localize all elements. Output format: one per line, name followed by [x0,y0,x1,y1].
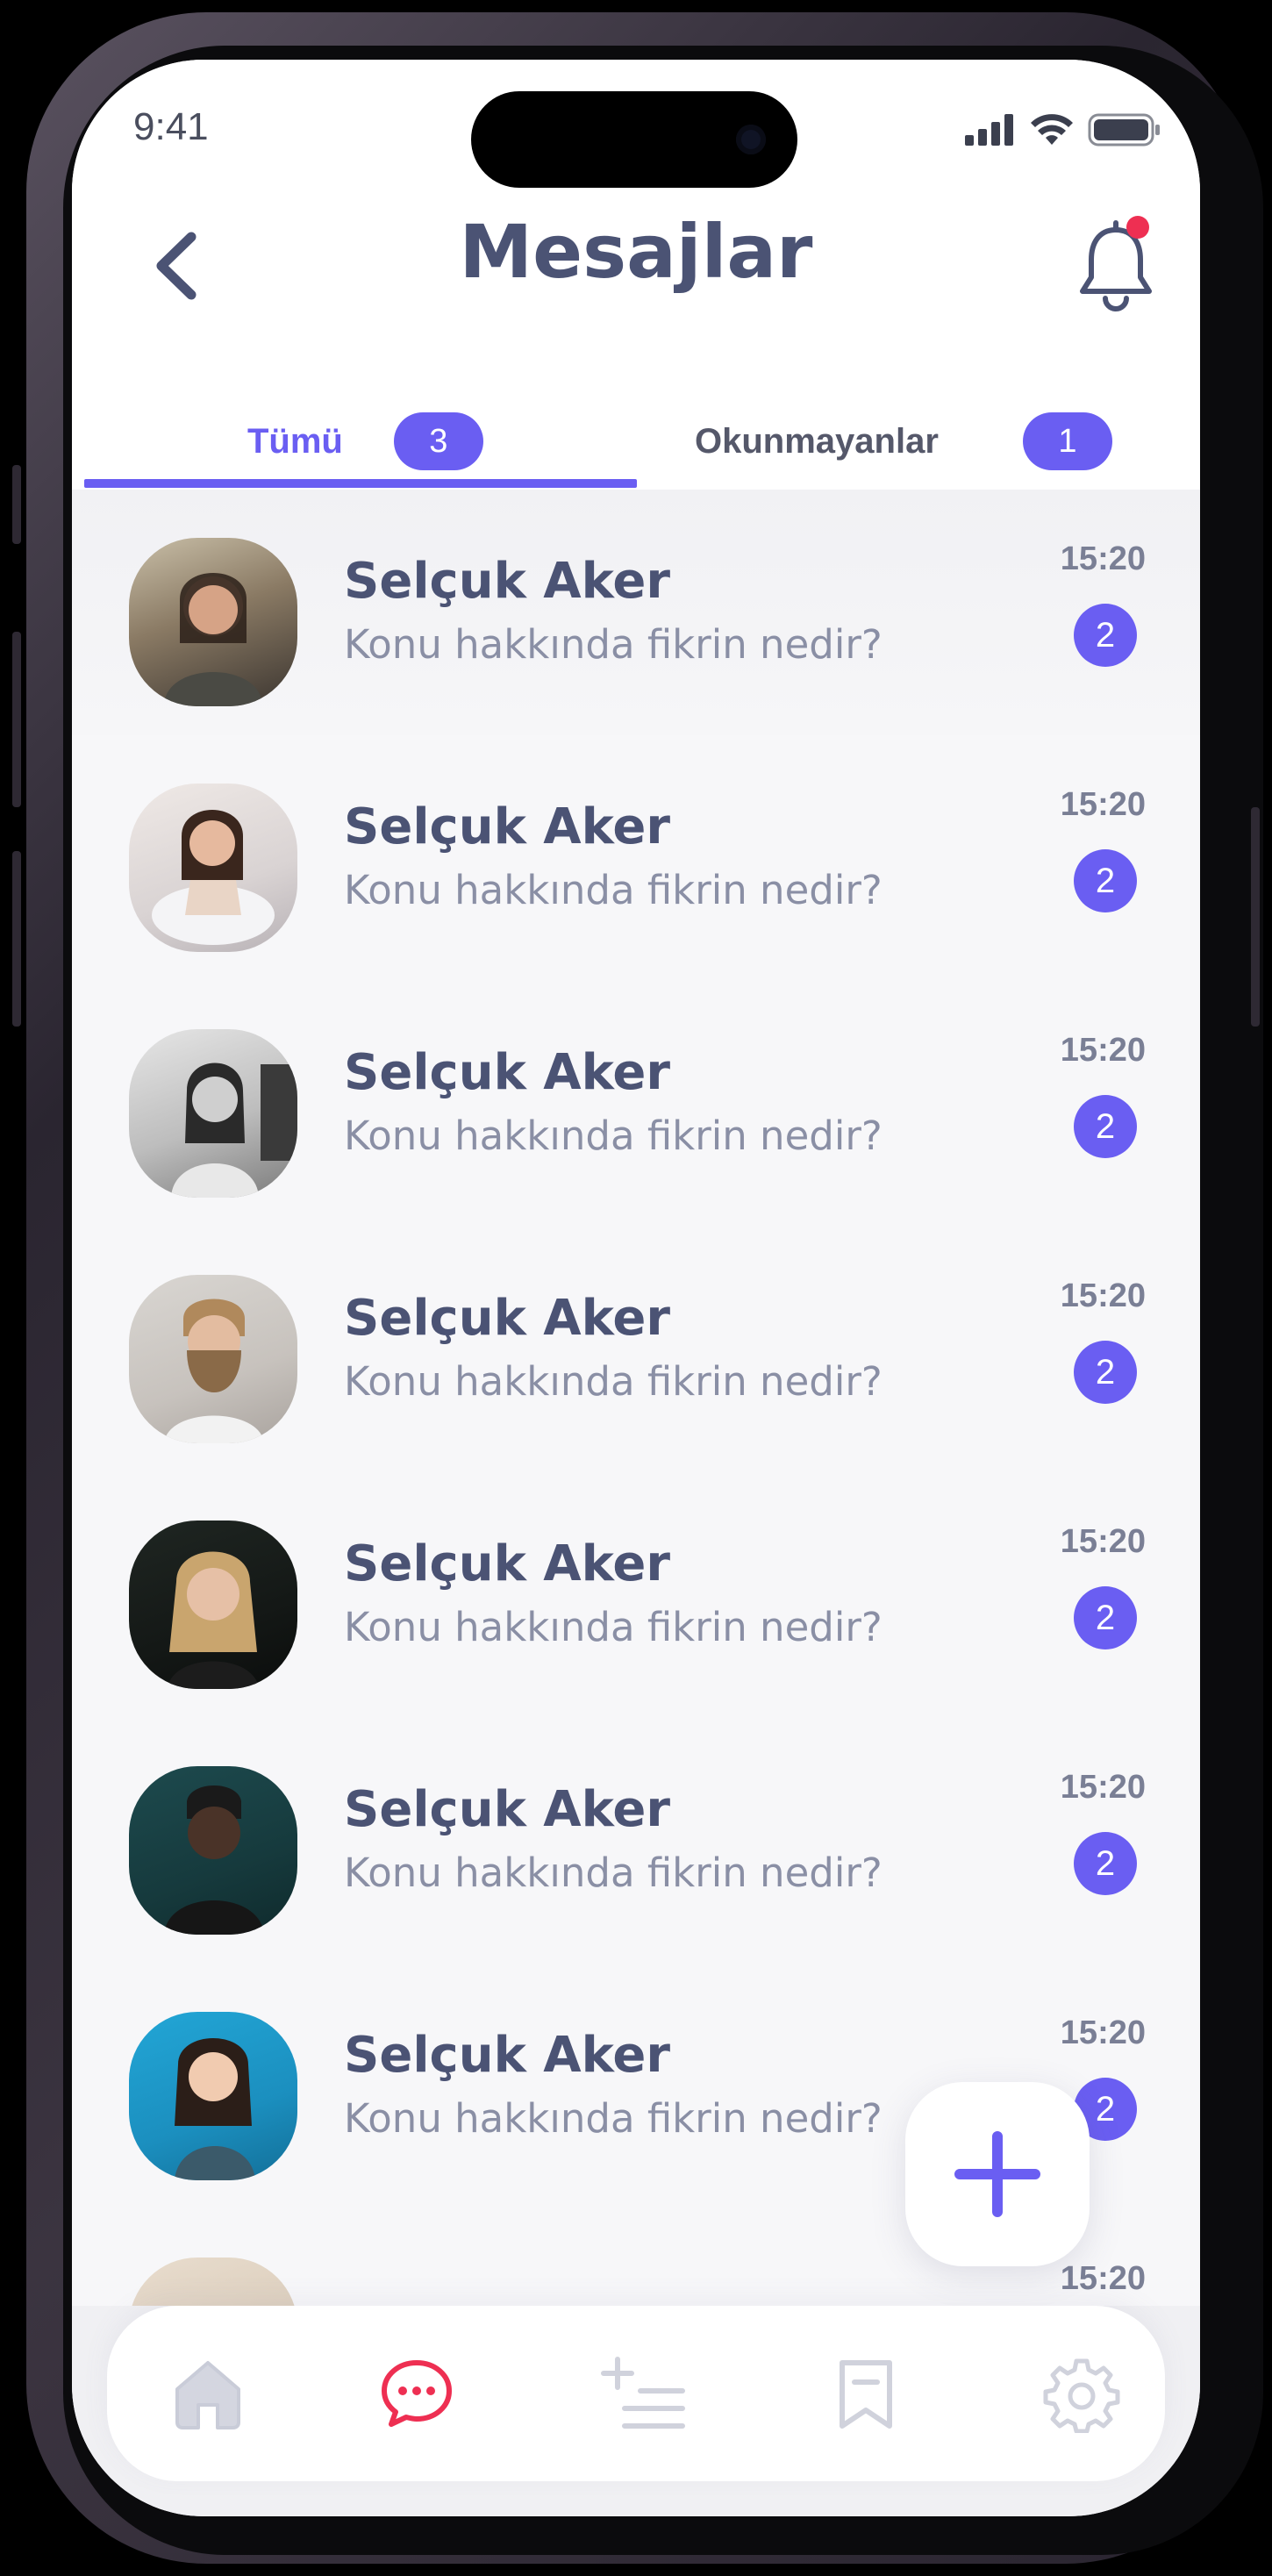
unread-badge: 2 [1074,1341,1137,1404]
avatar [129,1029,297,1198]
message-time: 15:20 [1060,1523,1146,1560]
conversation-row[interactable]: Selçuk Aker Konu hakkında fikrin nedir? … [72,981,1200,1227]
tab-label: Okunmayanlar [695,421,939,461]
nav-home[interactable] [168,2354,247,2433]
nav-add-list[interactable] [598,2354,695,2433]
wifi-icon [1031,114,1073,145]
avatar-photo [164,1299,264,1443]
contact-name: Selçuk Aker [344,2027,670,2084]
message-preview: Konu hakkında fikrin nedir? [344,621,883,668]
message-preview: Konu hakkında fikrin nedir? [344,1113,883,1159]
avatar-photo [152,810,275,945]
add-list-icon [601,2357,685,2429]
message-preview: Konu hakkında fikrin nedir? [344,2095,883,2142]
tab-label: Tümü [247,421,343,461]
nav-bookmarks[interactable] [826,2354,905,2433]
conversation-row[interactable]: Selçuk Aker Konu hakkında fikrin nedir? … [72,1472,1200,1718]
dynamic-island [471,91,797,188]
avatar [129,538,297,706]
avatar [129,1521,297,1689]
message-time: 15:20 [1060,786,1146,823]
contact-name: Selçuk Aker [344,1781,670,1838]
message-time: 15:20 [1060,1032,1146,1069]
plus-icon [954,2131,1040,2217]
conversation-row[interactable]: Selçuk Aker Konu hakkında fikrin nedir? … [72,735,1200,981]
active-tab-indicator [84,479,637,488]
unread-badge: 2 [1074,849,1137,912]
home-icon [175,2361,240,2429]
side-button [1251,807,1260,1027]
page-title: Mesajlar [459,209,813,295]
message-time: 15:20 [1060,1277,1146,1314]
chat-bubble-icon [382,2360,452,2427]
avatar-photo [175,2038,255,2180]
unread-badge: 2 [1074,1586,1137,1649]
tab-all[interactable]: Tümü 3 [247,393,483,490]
signal-icon [965,114,1013,146]
side-button [12,465,21,544]
contact-name: Selçuk Aker [344,553,670,610]
side-button [12,632,21,807]
avatar [129,1275,297,1443]
gear-icon [1043,2358,1120,2434]
unread-badge: 2 [1074,604,1137,667]
conversation-row[interactable]: Selçuk Aker Konu hakkında fikrin nedir? … [72,1227,1200,1472]
avatar-photo [171,1063,297,1198]
battery-icon [1088,113,1160,147]
tab-count-badge: 1 [1022,412,1112,470]
conversation-row[interactable]: Selçuk Aker Konu hakkında fikrin nedir? … [72,1718,1200,1964]
unread-badge: 2 [1074,1095,1137,1158]
avatar-photo [168,1551,259,1689]
contact-name: Selçuk Aker [344,1535,670,1592]
avatar [129,2012,297,2180]
tab-unread[interactable]: Okunmayanlar 1 [695,393,1112,490]
message-time: 15:20 [1060,1769,1146,1806]
message-preview: Konu hakkında fikrin nedir? [344,1358,883,1405]
contact-name: Selçuk Aker [344,798,670,855]
header: 9:41 Mesajlar Tümü 3 Okunmayanlar 1 [72,60,1200,498]
bottom-navigation [107,2306,1165,2481]
app-screen: 9:41 Mesajlar Tümü 3 Okunmayanlar 1 Selç… [72,60,1200,2516]
side-button [12,851,21,1027]
conversation-row[interactable]: Selçuk Aker Konu hakkında fikrin nedir? … [72,490,1200,735]
contact-name: Selçuk Aker [344,1290,670,1347]
message-preview: Konu hakkında fikrin nedir? [344,1604,883,1650]
tab-count-badge: 3 [393,412,483,470]
unread-badge: 2 [1074,1832,1137,1895]
notification-dot [1126,216,1149,239]
message-time: 15:20 [1060,2014,1146,2051]
nav-messages[interactable] [377,2354,456,2433]
contact-name: Selçuk Aker [344,1044,670,1101]
avatar [129,784,297,952]
message-time: 15:20 [1060,540,1146,577]
bookmark-icon [840,2360,892,2429]
message-preview: Konu hakkında fikrin nedir? [344,867,883,913]
status-time: 9:41 [133,105,209,148]
avatar-photo [164,573,262,706]
nav-settings[interactable] [1042,2354,1121,2434]
camera-icon [736,125,766,154]
avatar-photo [164,1785,264,1935]
new-message-button[interactable] [905,2082,1090,2266]
message-preview: Konu hakkında fikrin nedir? [344,1850,883,1896]
avatar [129,1766,297,1935]
status-icons [965,112,1161,147]
